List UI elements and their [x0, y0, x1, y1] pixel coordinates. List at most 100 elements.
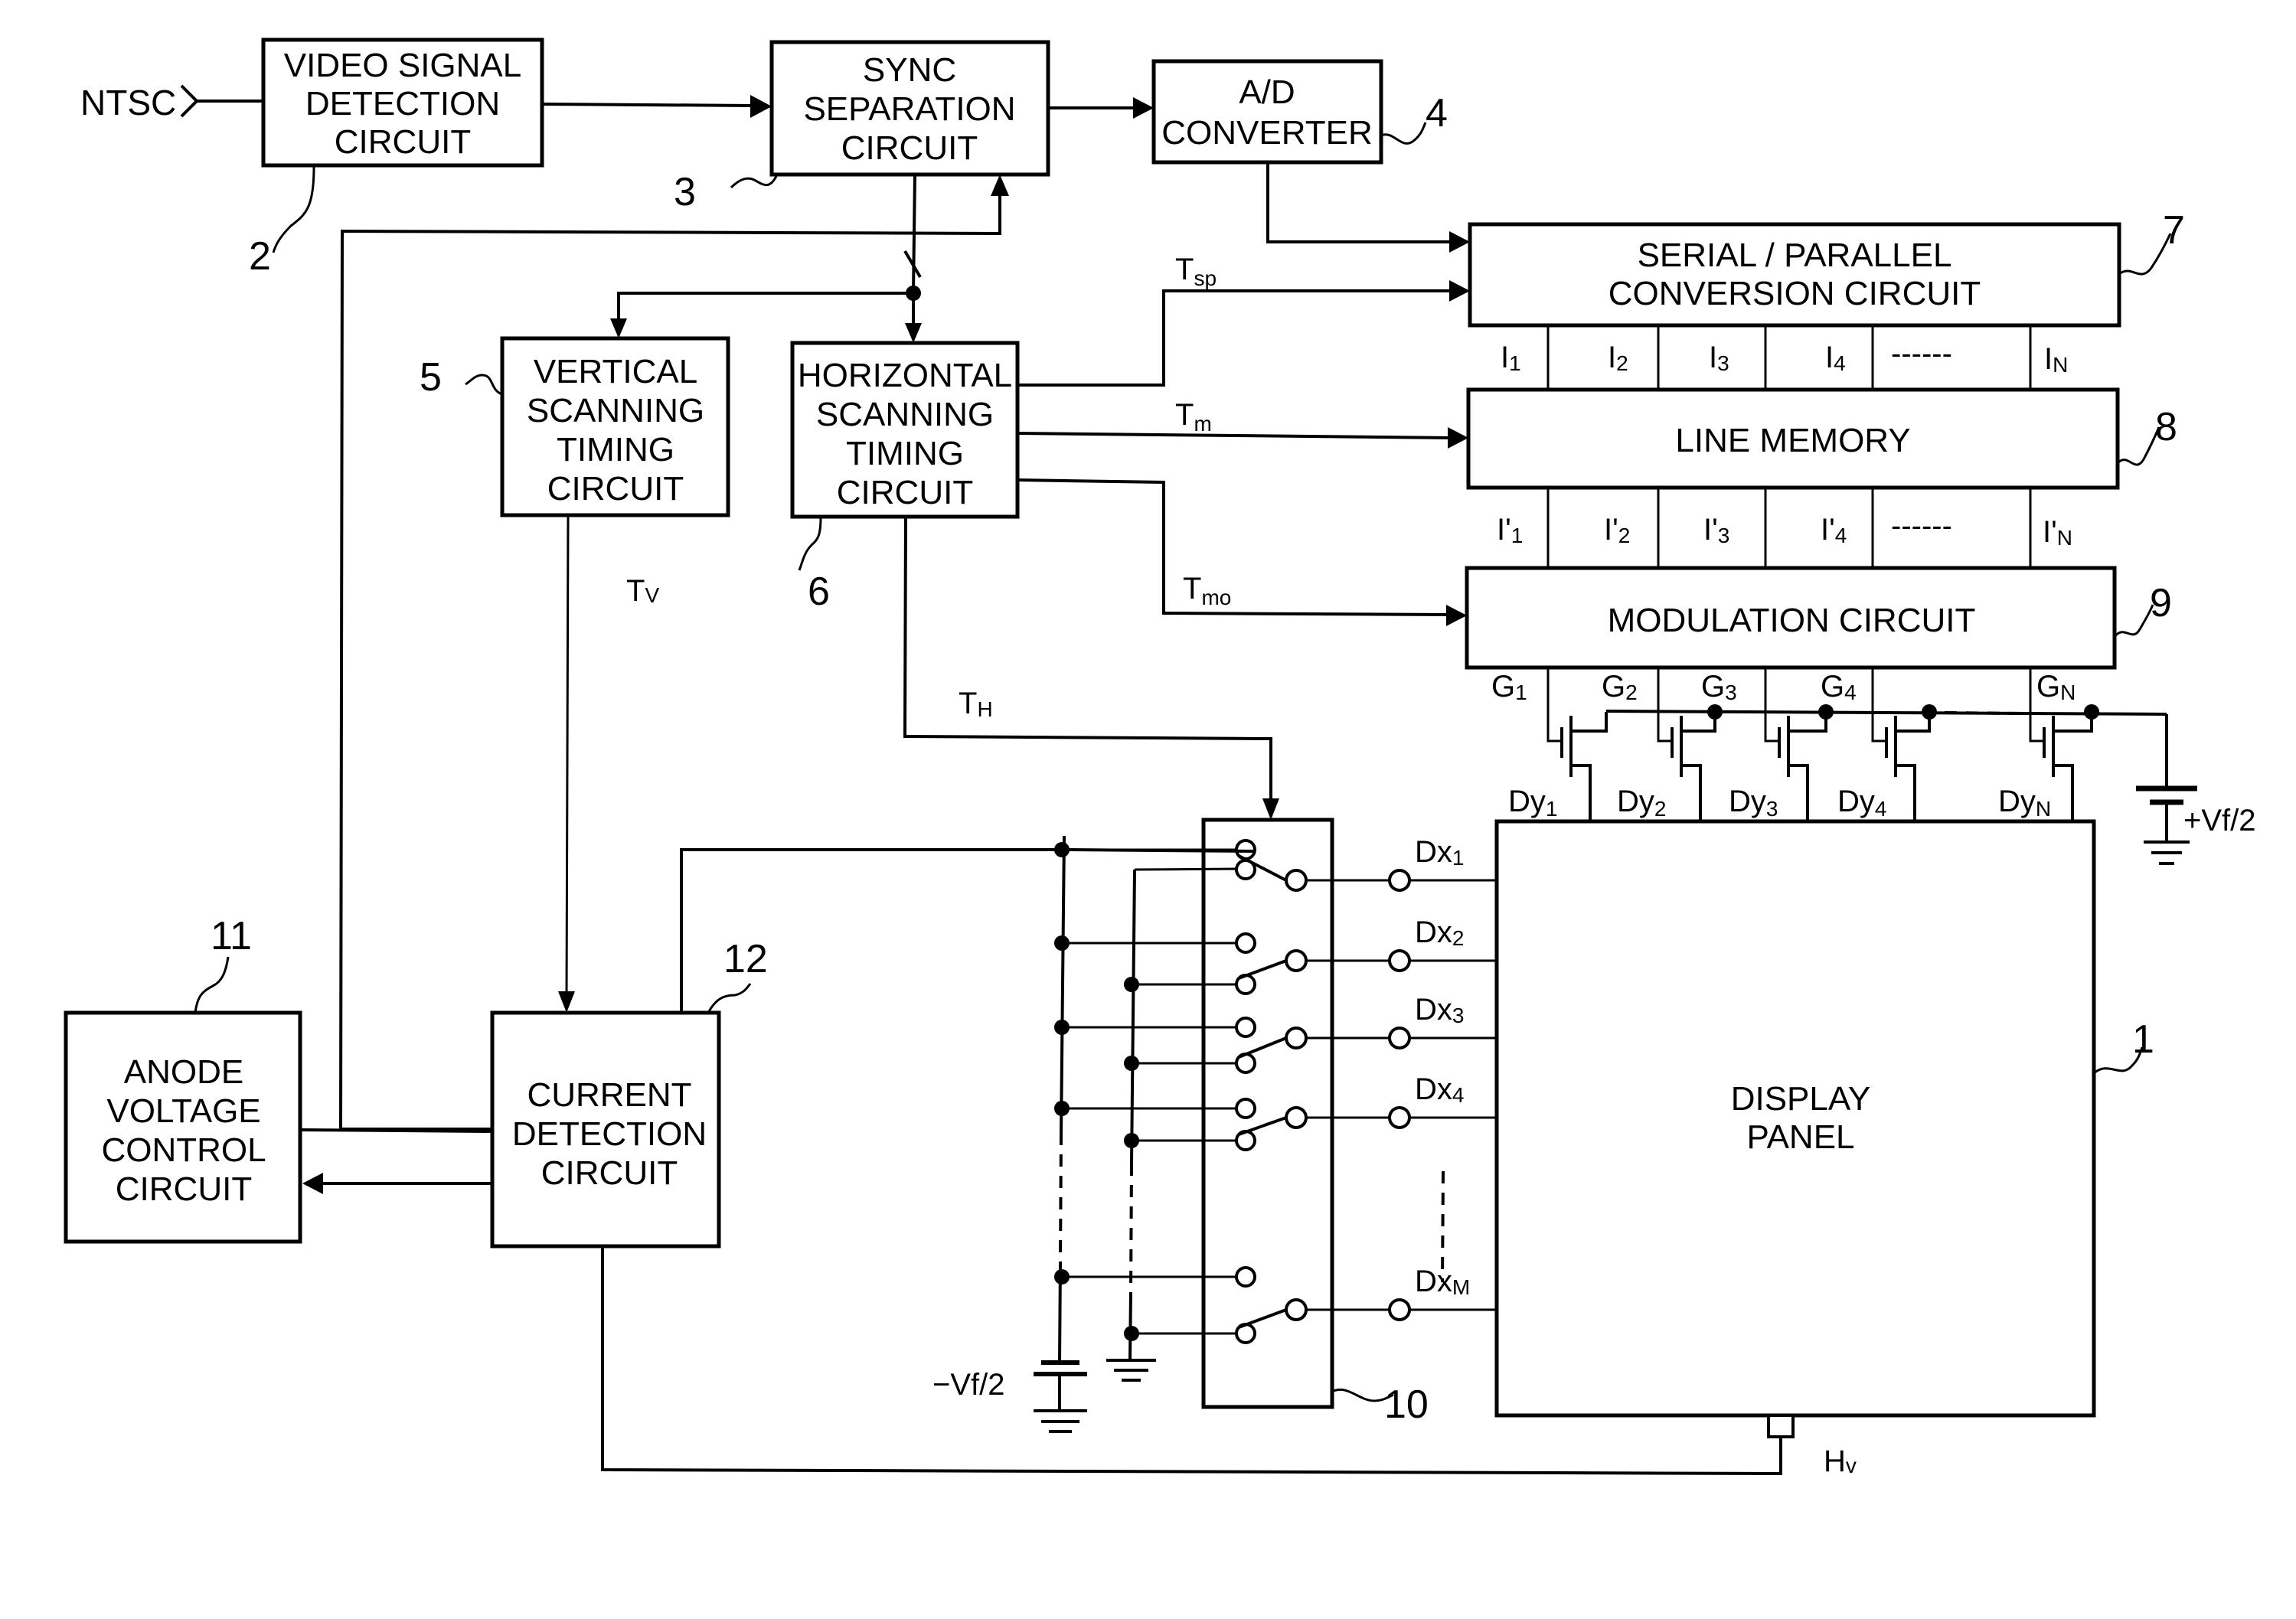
wire-ad-to-serial-parallel — [1266, 162, 1453, 243]
gate-line-label: GN — [2036, 670, 2076, 704]
block-label-line: SCANNING — [527, 392, 704, 429]
parallel-output-label: IN — [2044, 342, 2068, 377]
block-label-line: TIMING — [557, 431, 674, 468]
block-label-line: CONVERSION CIRCUIT — [1609, 275, 1981, 312]
wire-tm — [1017, 432, 1452, 439]
ref-leader — [2113, 604, 2154, 638]
memory-output-label: I'1 — [1497, 513, 1523, 547]
column-line-label: Dy2 — [1617, 785, 1666, 821]
block-label-line: CIRCUIT — [837, 474, 973, 511]
gate-line-label: G2 — [1602, 670, 1638, 704]
block-label-line: SERIAL / PARALLEL — [1638, 237, 1952, 274]
ref-leader — [1380, 122, 1427, 145]
memory-output-label: I'3 — [1703, 513, 1729, 547]
column-line-label: Dy4 — [1837, 785, 1886, 821]
arrow-head-icon — [1448, 427, 1468, 449]
block-label-line: PANEL — [1746, 1118, 1854, 1156]
block-label-line: CIRCUIT — [116, 1170, 252, 1208]
memory-output-label: I'N — [2043, 515, 2072, 550]
circuit-diagram: NTSC VIDEO SIGNAL DETECTION CIRCUIT 2 SY… — [64, 38, 2256, 1478]
transistor-drain-wire — [1681, 764, 1702, 821]
ntsc-input-chevron-icon — [180, 84, 199, 118]
arrow-head-icon — [558, 991, 575, 1013]
row-terminal-icon — [1388, 869, 1411, 892]
block-label-line: CONTROL — [101, 1131, 266, 1169]
block-label-line: CONVERTER — [1161, 114, 1372, 152]
ref-leader — [272, 166, 315, 253]
block-label-line: TIMING — [846, 435, 964, 472]
row-terminal-icon — [1388, 1106, 1411, 1129]
line-memory-block: LINE MEMORY — [1466, 387, 2120, 490]
switch-array-block — [1201, 818, 1334, 1409]
block-label-line: CIRCUIT — [335, 123, 471, 161]
ground-rail-gap — [1129, 1163, 1133, 1294]
ref-leader — [707, 983, 752, 1014]
ref-leader — [465, 374, 503, 396]
wire-video-to-sync — [541, 103, 755, 107]
ad-converter-block: A/D CONVERTER — [1151, 59, 1383, 165]
junction-dot — [1054, 1269, 1070, 1284]
ref-number-2: 2 — [249, 234, 271, 279]
gate-line-label: G1 — [1491, 670, 1527, 704]
row-line-gap — [1441, 1170, 1445, 1283]
block-label-line: VIDEO SIGNAL — [284, 47, 522, 84]
serial-parallel-conversion-block: SERIAL / PARALLEL CONVERSION CIRCUIT — [1468, 222, 2121, 328]
ground-icon — [1106, 1359, 1156, 1382]
negative-supply-rail — [1060, 835, 1066, 1134]
video-signal-detection-block: VIDEO SIGNAL DETECTION CIRCUIT — [261, 38, 544, 168]
wire-tsp — [1017, 289, 1453, 387]
signal-tmo-label: Tmo — [1183, 572, 1231, 609]
ref-number-1: 1 — [2132, 1017, 2154, 1062]
arrow-head-icon — [610, 318, 627, 338]
column-line-label: Dy1 — [1508, 785, 1557, 821]
block-label-line: CURRENT — [527, 1076, 691, 1114]
transistor-drain-wire — [1571, 764, 1592, 821]
block-label-line: DISPLAY — [1731, 1080, 1871, 1118]
wire-tv — [565, 514, 570, 1000]
current-detection-block: CURRENT DETECTION CIRCUIT — [490, 1010, 721, 1249]
block-label-line: DETECTION — [305, 85, 500, 122]
ref-number-9: 9 — [2150, 581, 2172, 625]
column-line-label: Dy3 — [1729, 785, 1778, 821]
gate-wire — [1764, 668, 1779, 743]
ref-number-11: 11 — [211, 914, 252, 958]
ref-number-5: 5 — [420, 355, 442, 400]
anode-voltage-control-block: ANODE VOLTAGE CONTROL CIRCUIT — [64, 1010, 302, 1244]
parallel-output-label: I3 — [1709, 341, 1729, 375]
arrow-head-icon — [750, 95, 772, 118]
block-label-line: DETECTION — [512, 1115, 707, 1153]
wire-current-detection-to-sync — [338, 191, 1001, 1131]
row-terminal-icon — [1388, 1027, 1411, 1049]
display-panel-block: DISPLAY PANEL — [1494, 819, 2096, 1418]
transistor-array: G1 Dy1 G2 Dy2 G3 Dy3 G4 Dy4 GN DyN — [1491, 668, 2099, 821]
ref-leader — [194, 956, 230, 1014]
horizontal-scanning-timing-block: HORIZONTAL SCANNING TIMING CIRCUIT — [790, 341, 1020, 519]
switch-contact-icon — [1235, 1266, 1256, 1288]
memory-output-label: I'4 — [1821, 513, 1847, 547]
sync-separation-block: SYNC SEPARATION CIRCUIT — [769, 40, 1050, 177]
transistor-drain-wire — [2053, 764, 2074, 821]
block-label-line: A/D — [1239, 73, 1295, 111]
wire-to-vertical — [617, 292, 913, 325]
gate-line-label: G3 — [1701, 670, 1737, 704]
ground-rail — [1130, 869, 1136, 1164]
ref-number-4: 4 — [1426, 91, 1448, 135]
row-line-label: Dx1 — [1415, 835, 1464, 870]
parallel-output-label: I1 — [1501, 341, 1521, 375]
arrow-head-icon — [1446, 605, 1467, 626]
gate-wire — [1657, 668, 1672, 743]
block-label-line: MODULATION CIRCUIT — [1608, 602, 1976, 639]
vertical-scanning-timing-block: VERTICAL SCANNING TIMING CIRCUIT — [500, 336, 730, 517]
ref-number-10: 10 — [1384, 1382, 1429, 1427]
negative-supply-label: −Vf/2 — [932, 1368, 1005, 1402]
block-label-line: CIRCUIT — [841, 129, 978, 167]
switch-common-icon — [1285, 1106, 1308, 1129]
ground-rail — [1128, 1293, 1132, 1360]
ref-leader — [798, 517, 822, 571]
signal-tm-label: Tm — [1175, 398, 1212, 436]
transistor-drain-wire — [1788, 764, 1809, 821]
switch-contact-icon — [1235, 1017, 1256, 1038]
parallel-output-label: I4 — [1825, 341, 1846, 375]
arrow-head-icon — [1262, 798, 1279, 820]
parallel-output-label: I2 — [1608, 341, 1628, 375]
